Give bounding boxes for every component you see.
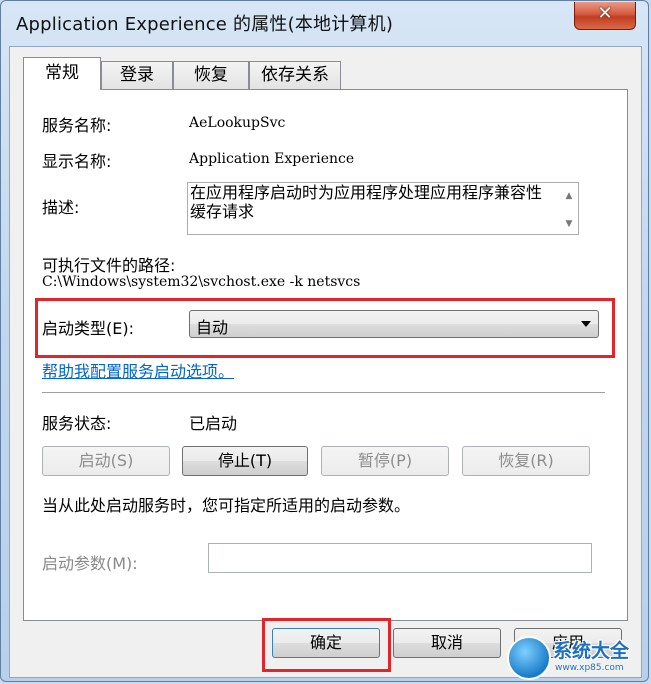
watermark-text: 系统大全	[553, 640, 630, 662]
resume-button[interactable]: 恢复(R)	[462, 446, 590, 476]
startup-type-label: 启动类型(E):	[42, 319, 134, 338]
scroll-up-icon[interactable]: ▲	[563, 190, 575, 202]
title-bar[interactable]: Application Experience 的属性(本地计算机) ✕	[1, 1, 648, 45]
start-params-input[interactable]	[208, 543, 592, 573]
window-title: Application Experience 的属性(本地计算机)	[16, 14, 394, 35]
watermark-url: www.xp85.com	[555, 663, 624, 673]
startup-type-select[interactable]: 自动	[189, 310, 599, 338]
general-tab-panel: 服务名称: AeLookupSvc 显示名称: Application Expe…	[23, 89, 628, 621]
service-status-label: 服务状态:	[42, 414, 112, 433]
tab-logon[interactable]: 登录	[101, 61, 173, 89]
stop-button[interactable]: 停止(T)	[182, 446, 308, 476]
description-text: 在应用程序启动时为应用程序处理应用程序兼容性缓存请求	[190, 183, 543, 221]
chevron-down-icon	[581, 321, 591, 327]
display-name-label: 显示名称:	[42, 152, 112, 171]
executable-path-value: C:\Windows\system32\svchost.exe -k netsv…	[42, 274, 361, 290]
cancel-button[interactable]: 取消	[393, 628, 501, 658]
start-params-hint: 当从此处启动服务时，您可指定所适用的启动参数。	[42, 496, 411, 515]
close-icon: ✕	[597, 3, 613, 24]
ok-button[interactable]: 确定	[272, 628, 380, 658]
tab-dependencies[interactable]: 依存关系	[249, 61, 341, 89]
service-status-value: 已启动	[189, 414, 238, 433]
display-name-value: Application Experience	[189, 151, 355, 167]
start-params-label: 启动参数(M):	[42, 554, 138, 573]
description-box[interactable]: 在应用程序启动时为应用程序处理应用程序兼容性缓存请求 ▲ ▼	[187, 182, 579, 235]
divider	[42, 392, 605, 394]
executable-path-label: 可执行文件的路径:	[42, 256, 176, 275]
startup-type-value: 自动	[196, 318, 229, 337]
pause-button[interactable]: 暂停(P)	[321, 446, 449, 476]
globe-icon	[507, 636, 551, 680]
start-button[interactable]: 启动(S)	[42, 446, 170, 476]
dialog-client-area: 常规 登录 恢复 依存关系 服务名称: AeLookupSvc 显示名称: Ap…	[9, 46, 642, 678]
tab-recovery[interactable]: 恢复	[173, 61, 249, 89]
help-link[interactable]: 帮助我配置服务启动选项。	[42, 358, 234, 382]
service-name-label: 服务名称:	[42, 116, 112, 135]
site-watermark: 系统大全 www.xp85.com	[507, 632, 649, 684]
description-label: 描述:	[42, 198, 80, 217]
service-name-value: AeLookupSvc	[189, 115, 286, 131]
properties-dialog: Application Experience 的属性(本地计算机) ✕ 常规 登…	[0, 0, 649, 682]
close-button[interactable]: ✕	[574, 2, 636, 30]
scroll-down-icon[interactable]: ▼	[563, 218, 575, 230]
tab-general[interactable]: 常规	[23, 57, 101, 90]
